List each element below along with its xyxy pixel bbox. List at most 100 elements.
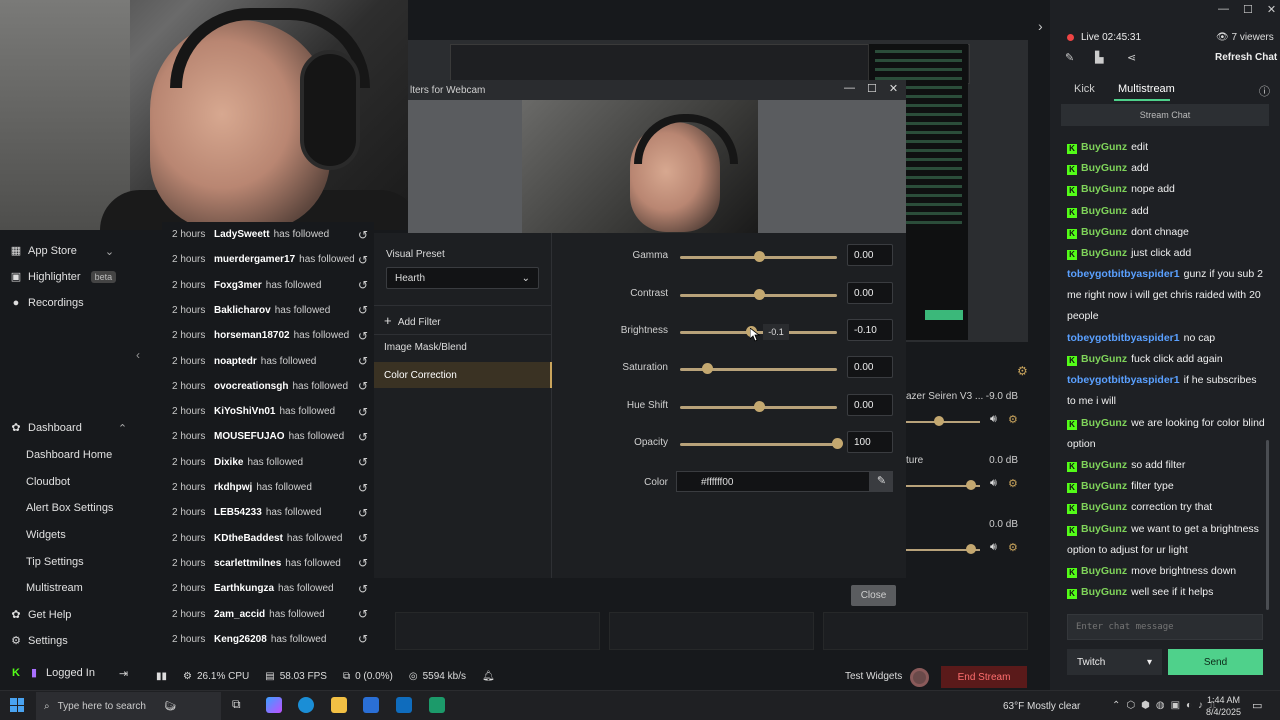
- logout-icon[interactable]: ⇥: [119, 667, 128, 680]
- minimize-icon[interactable]: —: [844, 82, 855, 98]
- param-slider-track[interactable]: [680, 443, 837, 446]
- bell-icon[interactable]: 🔔︎: [482, 671, 495, 682]
- tab-multistream[interactable]: Multistream: [1118, 83, 1175, 95]
- param-slider-thumb[interactable]: [701, 363, 713, 374]
- speaker-icon[interactable]: 🔊︎: [990, 477, 997, 490]
- nav-widgets[interactable]: Widgets: [26, 529, 66, 541]
- gear-icon[interactable]: ⚙: [1008, 413, 1018, 426]
- replay-icon[interactable]: ↺: [358, 430, 368, 444]
- speaker-icon[interactable]: 🔊︎: [990, 413, 997, 426]
- chat-input[interactable]: [1067, 614, 1263, 640]
- send-button[interactable]: Send: [1168, 649, 1263, 675]
- chat-username[interactable]: BuyGunz: [1081, 353, 1127, 365]
- param-value-input[interactable]: 0.00: [847, 282, 893, 304]
- nav-settings[interactable]: ⚙ Settings: [10, 632, 68, 650]
- param-slider-thumb[interactable]: [753, 251, 765, 262]
- minimize-icon[interactable]: —: [1218, 3, 1229, 16]
- nav-dashboard-home[interactable]: Dashboard Home: [26, 449, 112, 461]
- nav-cloudbot[interactable]: Cloudbot: [26, 476, 70, 488]
- param-value-input[interactable]: 0.00: [847, 244, 893, 266]
- nav-logged-in[interactable]: K ▮ Logged In ⇥: [10, 664, 128, 682]
- maximize-icon[interactable]: ☐: [867, 82, 877, 98]
- replay-icon[interactable]: ↺: [358, 405, 368, 419]
- chat-username[interactable]: BuyGunz: [1081, 501, 1127, 513]
- param-value-input[interactable]: 0.00: [847, 394, 893, 416]
- speaker-icon[interactable]: 🔊︎: [990, 541, 997, 554]
- notification-icon[interactable]: ▭: [1252, 699, 1262, 712]
- nav-app-store[interactable]: ▦ App Store ⌄: [10, 242, 114, 260]
- chat-username[interactable]: BuyGunz: [1081, 459, 1127, 471]
- volume-knob[interactable]: [966, 480, 977, 490]
- windows-start-icon[interactable]: [10, 698, 24, 712]
- chat-username[interactable]: tobeygotbitbyaspider1: [1067, 374, 1180, 386]
- chat-username[interactable]: tobeygotbitbyaspider1: [1067, 332, 1180, 344]
- replay-icon[interactable]: ↺: [358, 607, 368, 621]
- end-stream-button[interactable]: End Stream: [941, 666, 1027, 688]
- param-value-input[interactable]: -0.10: [847, 319, 893, 341]
- chat-username[interactable]: BuyGunz: [1081, 141, 1127, 153]
- folder-icon[interactable]: [331, 697, 347, 713]
- gear-icon[interactable]: ⚙: [1008, 477, 1018, 490]
- eyedropper-icon[interactable]: ✎: [870, 471, 893, 492]
- chat-username[interactable]: tobeygotbitbyaspider1: [1067, 268, 1180, 280]
- replay-icon[interactable]: ↺: [358, 481, 368, 495]
- replay-icon[interactable]: ↺: [358, 506, 368, 520]
- nav-multistream[interactable]: Multistream: [26, 582, 83, 594]
- record-button[interactable]: [910, 668, 929, 687]
- chat-username[interactable]: BuyGunz: [1081, 565, 1127, 577]
- replay-icon[interactable]: ↺: [358, 354, 368, 368]
- chat-username[interactable]: BuyGunz: [1081, 523, 1127, 535]
- replay-icon[interactable]: ↺: [358, 253, 368, 267]
- tab-kick[interactable]: Kick: [1074, 83, 1095, 95]
- stats-icon[interactable]: ▮▮: [156, 671, 167, 682]
- replay-icon[interactable]: ↺: [358, 228, 368, 242]
- chat-username[interactable]: BuyGunz: [1081, 183, 1127, 195]
- close-icon[interactable]: ✕: [1267, 3, 1276, 16]
- taskbar-search[interactable]: ⌕ Type here to search 🍉︎: [36, 692, 221, 720]
- add-filter-button[interactable]: + Add Filter: [384, 313, 441, 328]
- param-slider-thumb[interactable]: [832, 438, 843, 449]
- chat-scrollbar[interactable]: [1266, 440, 1269, 610]
- share-icon[interactable]: ⋖: [1127, 51, 1136, 64]
- chat-username[interactable]: BuyGunz: [1081, 480, 1127, 492]
- chevron-left-icon[interactable]: ‹: [136, 348, 140, 362]
- chat-username[interactable]: BuyGunz: [1081, 226, 1127, 238]
- replay-icon[interactable]: ↺: [358, 556, 368, 570]
- nav-highlighter[interactable]: ▣ Highlighter beta: [10, 268, 117, 286]
- refresh-chat-button[interactable]: Refresh Chat: [1215, 52, 1277, 63]
- chevron-right-icon[interactable]: ›: [1038, 18, 1043, 34]
- chat-username[interactable]: BuyGunz: [1081, 586, 1127, 598]
- param-value-input[interactable]: 0.00: [847, 356, 893, 378]
- volume-knob[interactable]: [934, 416, 945, 426]
- nav-alert-box-settings[interactable]: Alert Box Settings: [26, 502, 113, 514]
- gear-icon[interactable]: ⚙: [1017, 364, 1028, 378]
- test-widgets-button[interactable]: Test Widgets: [845, 671, 902, 682]
- replay-icon[interactable]: ↺: [358, 582, 368, 596]
- color-input[interactable]: #ffffff00: [676, 471, 870, 492]
- copilot-icon[interactable]: [266, 697, 282, 713]
- volume-knob[interactable]: [966, 544, 977, 554]
- param-value-input[interactable]: 100: [847, 431, 893, 453]
- replay-icon[interactable]: ↺: [358, 379, 368, 393]
- edge-icon[interactable]: [298, 697, 314, 713]
- gear-icon[interactable]: ⚙: [1008, 541, 1018, 554]
- chat-username[interactable]: BuyGunz: [1081, 247, 1127, 259]
- filter-item-image-mask[interactable]: Image Mask/Blend: [384, 342, 467, 353]
- replay-icon[interactable]: ↺: [358, 455, 368, 469]
- param-slider-thumb[interactable]: [753, 401, 765, 412]
- info-icon[interactable]: ⓘ: [1259, 83, 1270, 99]
- clipboard-icon[interactable]: ▙: [1095, 51, 1103, 64]
- platform-select[interactable]: Twitch ▾: [1067, 649, 1162, 675]
- close-icon[interactable]: ✕: [889, 82, 898, 98]
- nav-dashboard[interactable]: ✿ Dashboard ⌃: [10, 419, 127, 437]
- edit-icon[interactable]: ✎: [1065, 51, 1074, 64]
- outlook-icon[interactable]: [396, 697, 412, 713]
- nav-get-help[interactable]: ✿ Get Help: [10, 606, 71, 624]
- nav-tip-settings[interactable]: Tip Settings: [26, 556, 84, 568]
- replay-icon[interactable]: ↺: [358, 632, 368, 646]
- close-button[interactable]: Close: [851, 585, 896, 606]
- task-view-icon[interactable]: ⧉: [232, 697, 248, 713]
- replay-icon[interactable]: ↺: [358, 531, 368, 545]
- chat-username[interactable]: BuyGunz: [1081, 162, 1127, 174]
- param-slider-thumb[interactable]: [753, 289, 765, 300]
